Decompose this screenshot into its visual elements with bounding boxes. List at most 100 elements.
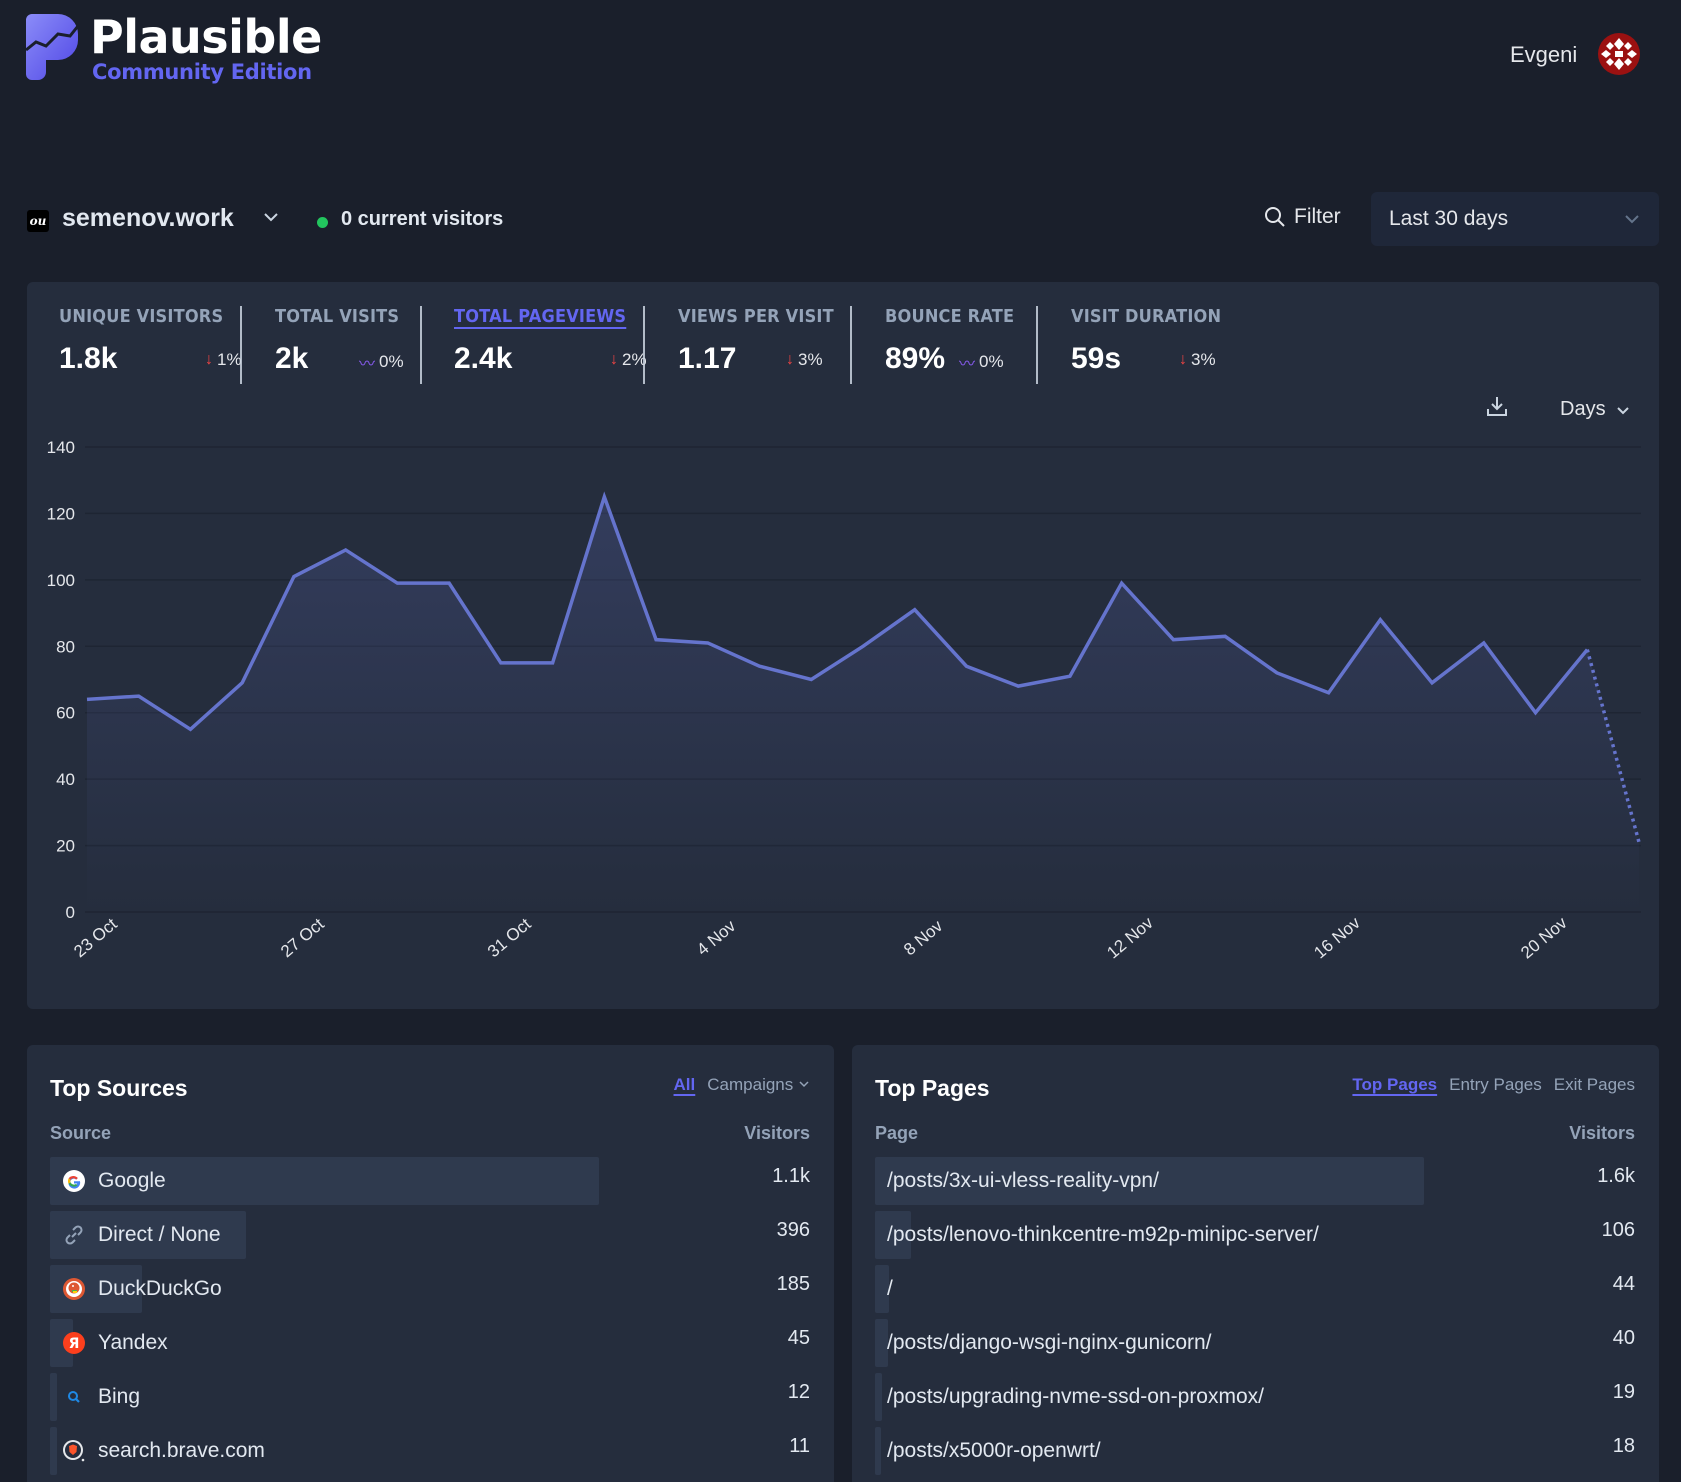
user-avatar[interactable] [1598, 33, 1640, 75]
data-point[interactable] [805, 674, 817, 686]
data-point[interactable] [495, 657, 507, 669]
tab-all[interactable]: All [674, 1075, 696, 1095]
row-label-text: Direct / None [98, 1223, 221, 1246]
row-label[interactable]: /posts/django-wsgi-nginx-gunicorn/ [887, 1331, 1212, 1355]
stat-divider [850, 306, 852, 384]
row-value: 1.1k [772, 1165, 810, 1187]
chevron-down-icon[interactable] [262, 208, 280, 226]
stat-total-pageviews[interactable]: TOTAL PAGEVIEWS 2.4k ↓ 2% [454, 306, 647, 386]
visitors-column-header: Visitors [744, 1123, 810, 1143]
row-value: 396 [776, 1219, 810, 1241]
tab-entry-pages[interactable]: Entry Pages [1449, 1075, 1542, 1095]
data-point[interactable] [184, 723, 196, 735]
data-point[interactable] [754, 660, 766, 672]
list-item[interactable]: Google 1.1k [50, 1157, 810, 1205]
source-column-header: Source [50, 1123, 112, 1143]
top-pages-panel: Top Pages Top Pages Entry Pages Exit Pag… [852, 1045, 1659, 1482]
row-label[interactable]: /posts/upgrading-nvme-ssd-on-proxmox/ [887, 1385, 1264, 1409]
chevron-down-icon [1625, 215, 1639, 224]
data-point[interactable] [909, 604, 921, 616]
data-point[interactable] [1219, 630, 1231, 642]
data-point[interactable] [1323, 687, 1335, 699]
stat-bounce-rate[interactable]: BOUNCE RATE 89% 〰 0% [885, 306, 1029, 386]
period-select[interactable]: Last 30 days [1371, 192, 1659, 246]
data-point[interactable] [1581, 644, 1593, 656]
data-point[interactable] [1012, 680, 1024, 692]
row-label[interactable]: / [887, 1277, 893, 1301]
data-point[interactable] [443, 577, 455, 589]
list-item[interactable]: Я Yandex 45 [50, 1319, 810, 1367]
data-point[interactable] [598, 491, 610, 503]
data-point[interactable] [1374, 614, 1386, 626]
stat-total-visits[interactable]: TOTAL VISITS 2k 〰 0% [275, 306, 413, 386]
data-point[interactable] [1426, 677, 1438, 689]
plausible-logo-icon[interactable] [26, 14, 78, 80]
y-tick-label: 120 [47, 504, 75, 523]
data-point[interactable] [236, 677, 248, 689]
row-label[interactable]: /posts/lenovo-thinkcentre-m92p-minipc-se… [887, 1223, 1319, 1247]
tab-top-pages[interactable]: Top Pages [1352, 1075, 1437, 1095]
data-point[interactable] [547, 657, 559, 669]
data-point[interactable] [391, 577, 403, 589]
download-icon[interactable] [1485, 394, 1509, 418]
x-tick-label: 23 Oct [70, 914, 121, 961]
list-item[interactable]: / 44 [875, 1265, 1635, 1313]
data-point[interactable] [1633, 836, 1645, 848]
data-point[interactable] [1167, 634, 1179, 646]
row-label[interactable]: Direct / None [62, 1223, 221, 1247]
list-item[interactable]: /posts/lenovo-thinkcentre-m92p-minipc-se… [875, 1211, 1635, 1259]
stat-unique-visitors[interactable]: UNIQUE VISITORS 1.8k ↓ 1% [59, 306, 242, 386]
data-point[interactable] [857, 640, 869, 652]
user-name[interactable]: Evgeni [1510, 42, 1577, 68]
stat-visit-duration[interactable]: VISIT DURATION 59s ↓ 3% [1071, 306, 1238, 386]
data-point[interactable] [650, 634, 662, 646]
list-item[interactable]: /posts/upgrading-nvme-ssd-on-proxmox/19 [875, 1373, 1635, 1421]
data-point[interactable] [1271, 667, 1283, 679]
site-switcher[interactable]: semenov.work [62, 204, 234, 233]
list-item[interactable]: /posts/django-wsgi-nginx-gunicorn/40 [875, 1319, 1635, 1367]
filter-button[interactable]: Filter [1264, 205, 1341, 229]
x-tick-label: 8 Nov [900, 916, 947, 959]
data-point[interactable] [1116, 577, 1128, 589]
no-change-icon: 〰 [359, 356, 376, 373]
data-point[interactable] [1530, 707, 1542, 719]
row-share-bar [50, 1427, 57, 1475]
row-label[interactable]: /posts/3x-ui-vless-reality-vpn/ [887, 1169, 1159, 1193]
pageviews-chart[interactable]: 0 20 40 60 80 100 120 140 23 Oct 27 Oct 31 Oct 4 N… [27, 420, 1659, 1009]
tab-campaigns[interactable]: Campaigns [707, 1075, 810, 1095]
row-label[interactable]: search.brave.com [62, 1439, 265, 1463]
data-point[interactable] [340, 544, 352, 556]
data-point[interactable] [1478, 637, 1490, 649]
row-label[interactable]: Google [62, 1169, 166, 1193]
current-visitors[interactable]: 0 current visitors [341, 208, 503, 231]
list-item[interactable]: Direct / None 396 [50, 1211, 810, 1259]
data-point[interactable] [1064, 670, 1076, 682]
row-label-text: Google [98, 1169, 166, 1192]
row-label-text: /posts/3x-ui-vless-reality-vpn/ [887, 1169, 1159, 1192]
tab-exit-pages[interactable]: Exit Pages [1554, 1075, 1635, 1095]
row-label-text: search.brave.com [98, 1439, 265, 1462]
row-label[interactable]: Bing [62, 1385, 140, 1409]
link-icon [62, 1223, 86, 1247]
interval-select[interactable]: Days [1560, 398, 1630, 421]
data-point[interactable] [288, 571, 300, 583]
no-change-icon: 〰 [959, 356, 976, 373]
row-label[interactable]: Я Yandex [62, 1331, 168, 1355]
row-value: 1.6k [1597, 1165, 1635, 1187]
row-label[interactable]: /posts/x5000r-openwrt/ [887, 1439, 1101, 1463]
list-item[interactable]: /posts/x5000r-openwrt/18 [875, 1427, 1635, 1475]
data-point[interactable] [960, 660, 972, 672]
data-point[interactable] [81, 693, 93, 705]
list-item[interactable]: DuckDuckGo 185 [50, 1265, 810, 1313]
y-tick-label: 0 [66, 903, 75, 922]
row-label[interactable]: DuckDuckGo [62, 1277, 222, 1301]
list-item[interactable]: /posts/3x-ui-vless-reality-vpn/1.6k [875, 1157, 1635, 1205]
list-item[interactable]: search.brave.com 11 [50, 1427, 810, 1475]
data-point[interactable] [702, 637, 714, 649]
stat-views-per-visit[interactable]: VIEWS PER VISIT 1.17 ↓ 3% [678, 306, 851, 386]
row-label-text: /posts/x5000r-openwrt/ [887, 1439, 1101, 1462]
list-item[interactable]: Bing 12 [50, 1373, 810, 1421]
arrow-down-icon: ↓ [1179, 351, 1187, 368]
data-point[interactable] [133, 690, 145, 702]
stat-change-value: 0% [979, 352, 1004, 371]
